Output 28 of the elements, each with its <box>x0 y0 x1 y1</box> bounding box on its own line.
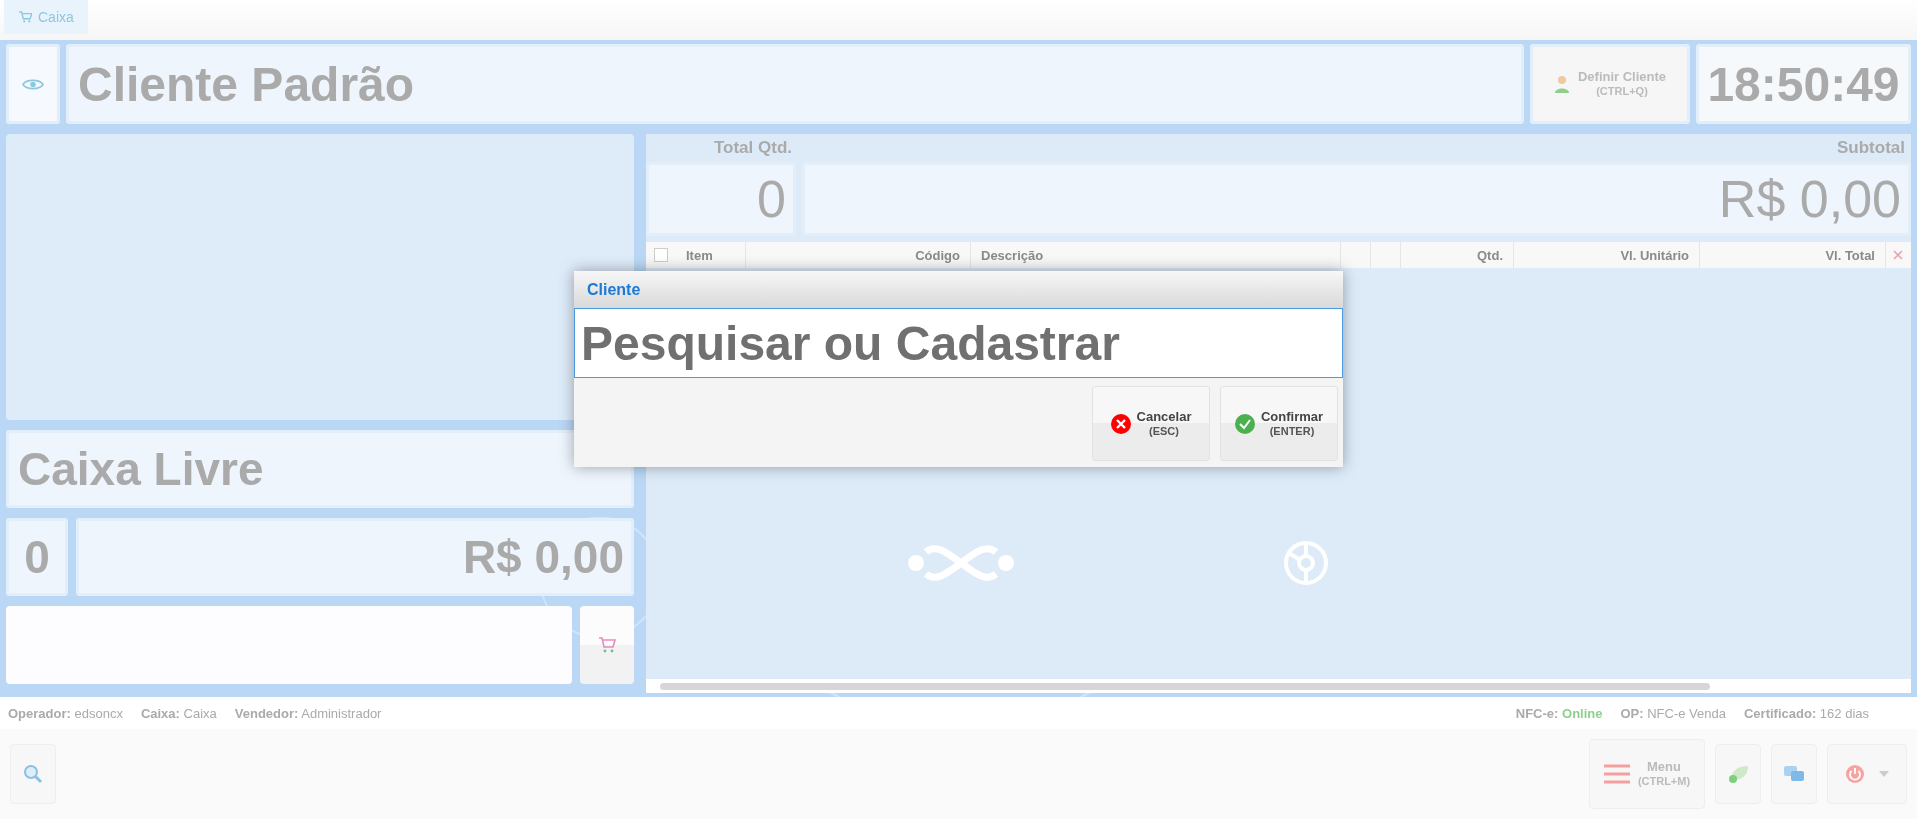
column-header: Código <box>746 242 971 268</box>
subtotal: R$ 0,00 <box>802 162 1911 236</box>
customer-name: Cliente Padrão <box>66 44 1524 124</box>
sale-total: R$ 0,00 <box>76 518 634 596</box>
status-item: Operador: edsoncx <box>8 705 123 721</box>
clock: 18:50:49 <box>1696 44 1911 124</box>
register-status: Caixa Livre <box>6 430 634 508</box>
status-item: Vendedor: Administrador <box>234 705 382 721</box>
column-header: Vl. Unitário <box>1514 242 1700 268</box>
item-count: 0 <box>6 518 68 596</box>
client-search-field[interactable]: Pesquisar ou Cadastrar <box>574 308 1343 378</box>
status-item: OP: NFC-e Venda <box>1620 705 1726 721</box>
tab[interactable]: Caixa <box>4 0 88 34</box>
column-header: Descrição <box>971 242 1341 268</box>
total-qty: 0 <box>646 162 796 236</box>
define-client-button[interactable]: Definir Cliente (CTRL+Q) <box>1530 44 1690 124</box>
status-item: NFC-e: Online <box>1515 705 1603 721</box>
menu-button[interactable]: Menu (CTRL+M) <box>1589 739 1705 809</box>
column-header: Qtd. <box>1401 242 1514 268</box>
status-item: Caixa: Caixa <box>140 705 217 721</box>
subtotal-label: Subtotal <box>1837 138 1905 158</box>
total-qty-label: Total Qtd. <box>712 138 792 158</box>
confirm-button[interactable]: Confirmar (ENTER) <box>1220 386 1338 461</box>
column-header: Item <box>676 242 746 268</box>
cancel-button[interactable]: Cancelar (ESC) <box>1092 386 1210 461</box>
status-item: Certificado: 162 dias <box>1744 705 1869 721</box>
column-header: Vl. Total <box>1700 242 1886 268</box>
dialog-title: Cliente <box>574 271 1343 308</box>
